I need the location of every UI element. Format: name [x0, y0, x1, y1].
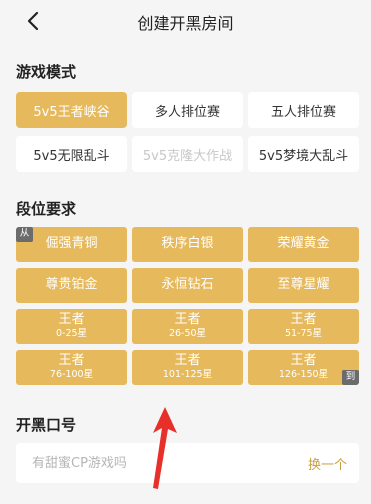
arrow-up-icon: [153, 407, 177, 489]
rank-option[interactable]: 至尊星耀: [248, 268, 359, 303]
header-bar: 创建开黑房间: [0, 0, 371, 44]
rank-requirement-title: 段位要求: [16, 200, 77, 218]
rank-label: 荣耀黄金: [277, 236, 330, 252]
team-slogan-title: 开黑口号: [16, 416, 77, 434]
rank-label: 永恒钻石: [161, 277, 214, 293]
rank-option[interactable]: 秩序白银: [132, 227, 243, 262]
page-title: 创建开黑房间: [137, 14, 234, 33]
rank-option[interactable]: 永恒钻石: [132, 268, 243, 303]
rank-label: 王者: [174, 353, 201, 369]
swap-slogan-button[interactable]: 换一个: [308, 454, 347, 473]
rank-star-range: 126-150星: [278, 369, 329, 380]
to-tag: 到: [342, 370, 359, 385]
rank-star-range: 101-125星: [162, 369, 213, 380]
rank-label: 王者: [290, 312, 317, 328]
mode-option[interactable]: 5v5无限乱斗: [16, 136, 127, 172]
rank-option[interactable]: 从 倔强青铜: [16, 227, 127, 262]
mode-option[interactable]: 多人排位赛: [132, 92, 243, 128]
rank-option[interactable]: 王者 76-100星: [16, 350, 127, 385]
slogan-box: 换一个: [16, 443, 359, 483]
rank-label: 倔强青铜: [45, 236, 98, 252]
rank-label: 秩序白银: [161, 236, 214, 252]
from-tag: 从: [16, 227, 33, 242]
game-mode-grid: 5v5王者峡谷 多人排位赛 五人排位赛 5v5无限乱斗 5v5克隆大作战 5v5…: [16, 92, 359, 172]
mode-option[interactable]: 5v5王者峡谷: [16, 92, 127, 128]
rank-star-range: 26-50星: [168, 328, 207, 339]
rank-label: 至尊星耀: [277, 277, 330, 293]
rank-label: 王者: [290, 353, 317, 369]
rank-label: 尊贵铂金: [45, 277, 98, 293]
rank-star-range: 0-25星: [55, 328, 88, 339]
rank-label: 王者: [58, 353, 85, 369]
rank-option[interactable]: 荣耀黄金: [248, 227, 359, 262]
rank-star-range: 51-75星: [284, 328, 323, 339]
rank-option[interactable]: 尊贵铂金: [16, 268, 127, 303]
rank-option[interactable]: 王者 51-75星: [248, 309, 359, 344]
rank-label: 王者: [58, 312, 85, 328]
mode-option[interactable]: 五人排位赛: [248, 92, 359, 128]
rank-label: 王者: [174, 312, 201, 328]
rank-option[interactable]: 王者 0-25星: [16, 309, 127, 344]
game-mode-title: 游戏模式: [16, 63, 77, 81]
mode-option-disabled: 5v5克隆大作战: [132, 136, 243, 172]
mode-option[interactable]: 5v5梦境大乱斗: [248, 136, 359, 172]
rank-option[interactable]: 王者 126-150星 到: [248, 350, 359, 385]
rank-grid: 从 倔强青铜 秩序白银 荣耀黄金 尊贵铂金 永恒钻石 至尊星耀 王者 0-25星…: [16, 227, 359, 385]
rank-star-range: 76-100星: [49, 369, 94, 380]
rank-option[interactable]: 王者 26-50星: [132, 309, 243, 344]
rank-option[interactable]: 王者 101-125星: [132, 350, 243, 385]
